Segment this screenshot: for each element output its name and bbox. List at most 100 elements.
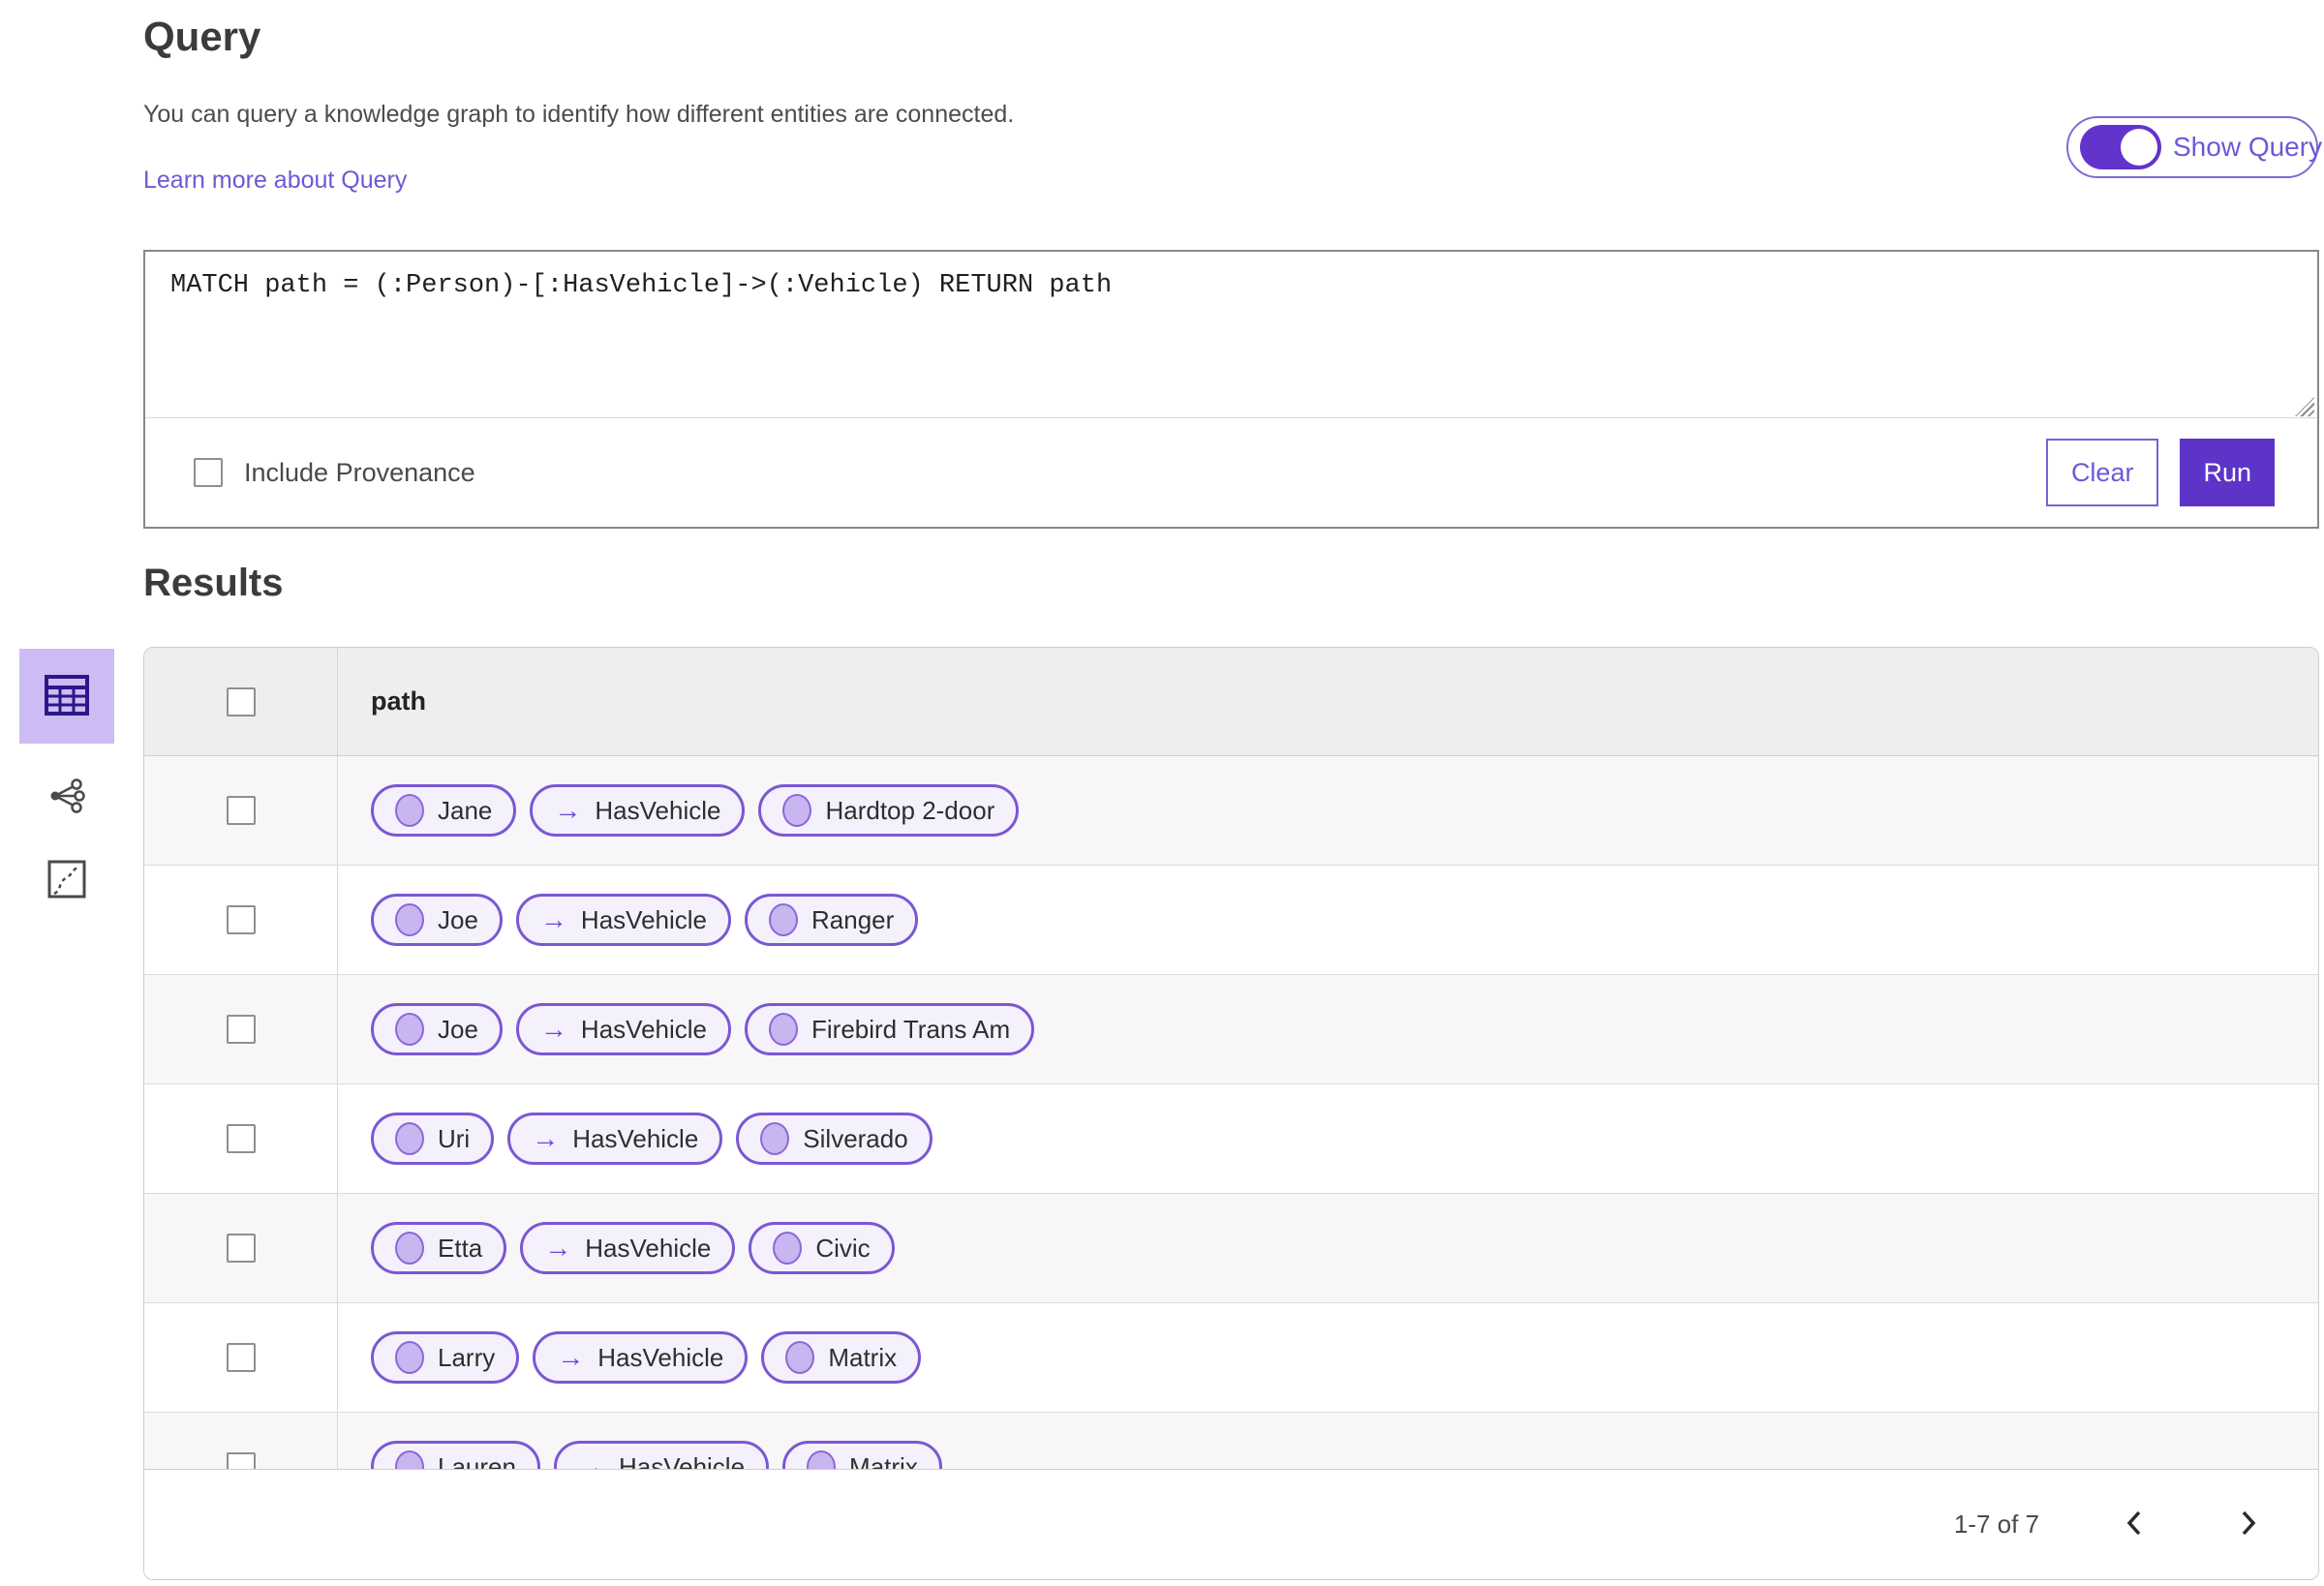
query-action-buttons: Clear Run	[2045, 439, 2275, 506]
query-page: Query You can query a knowledge graph to…	[0, 0, 2324, 1586]
path-pills: Larry → HasVehicle Matrix	[371, 1331, 922, 1384]
entity-node-icon	[395, 1232, 424, 1265]
row-checkbox-cell	[144, 975, 338, 1083]
map-icon	[46, 859, 87, 902]
table-view-button[interactable]	[19, 649, 114, 744]
table-header-row: path	[144, 648, 2318, 756]
entity-node-icon	[395, 1122, 424, 1155]
entity-label: Joe	[438, 904, 478, 934]
entity-label: Matrix	[828, 1342, 898, 1372]
entity-label: Civic	[815, 1233, 871, 1263]
row-path-cell: Uri → HasVehicle Silverado	[338, 1084, 2318, 1193]
path-pills: Joe → HasVehicle Firebird Trans Am	[371, 1003, 1035, 1055]
entity-label: Firebird Trans Am	[811, 1014, 1011, 1044]
path-pills: Etta → HasVehicle Civic	[371, 1222, 895, 1274]
entity-node-icon	[395, 1341, 424, 1374]
entity-pill-source[interactable]: Uri	[371, 1113, 495, 1165]
relationship-pill[interactable]: → HasVehicle	[515, 894, 731, 946]
relationship-pill[interactable]: → HasVehicle	[533, 1331, 749, 1384]
select-all-checkbox[interactable]	[226, 686, 256, 717]
query-panel: MATCH path = (:Person)-[:HasVehicle]->(:…	[143, 250, 2319, 529]
relationship-label: HasVehicle	[585, 1233, 712, 1263]
entity-node-icon	[773, 1232, 803, 1265]
arrow-right-icon: →	[539, 1014, 567, 1044]
entity-pill-source[interactable]: Joe	[371, 894, 503, 946]
query-panel-footer: Include Provenance Clear Run	[145, 417, 2317, 527]
query-input[interactable]: MATCH path = (:Person)-[:HasVehicle]->(:…	[145, 252, 2317, 417]
page-description: You can query a knowledge graph to ident…	[143, 101, 1015, 128]
table-row: Etta → HasVehicle Civic	[144, 1194, 2318, 1303]
table-body: Jane → HasVehicle Hardtop 2-door Joe → H…	[144, 756, 2318, 1522]
entity-pill-source[interactable]: Jane	[371, 784, 517, 837]
entity-label: Hardtop 2-door	[825, 795, 995, 825]
path-column-header: path	[371, 686, 426, 716]
entity-pill-target[interactable]: Hardtop 2-door	[758, 784, 1020, 837]
table-row: Joe → HasVehicle Ranger	[144, 866, 2318, 975]
link-chart-view-button[interactable]	[37, 767, 97, 827]
header-path-cell: path	[338, 648, 2318, 755]
entity-pill-source[interactable]: Joe	[371, 1003, 503, 1055]
relationship-label: HasVehicle	[572, 1123, 699, 1153]
entity-node-icon	[395, 1013, 424, 1046]
relationship-label: HasVehicle	[580, 904, 707, 934]
entity-pill-target[interactable]: Civic	[749, 1222, 895, 1274]
map-view-button[interactable]	[39, 852, 95, 908]
pagination-bar: 1-7 of 7	[144, 1469, 2318, 1579]
arrow-right-icon: →	[532, 1123, 560, 1153]
entity-pill-source[interactable]: Etta	[371, 1222, 507, 1274]
row-checkbox[interactable]	[226, 1015, 256, 1044]
table-row: Joe → HasVehicle Firebird Trans Am	[144, 975, 2318, 1084]
relationship-pill[interactable]: → HasVehicle	[507, 1113, 723, 1165]
row-path-cell: Joe → HasVehicle Ranger	[338, 866, 2318, 974]
relationship-pill[interactable]: → HasVehicle	[515, 1003, 731, 1055]
entity-label: Joe	[438, 1014, 478, 1044]
entity-pill-target[interactable]: Ranger	[745, 894, 919, 946]
row-checkbox[interactable]	[226, 1124, 256, 1153]
toggle-knob	[2121, 129, 2157, 166]
table-row: Jane → HasVehicle Hardtop 2-door	[144, 756, 2318, 866]
row-checkbox[interactable]	[226, 905, 256, 934]
entity-pill-target[interactable]: Silverado	[736, 1113, 933, 1165]
results-table: path Jane → HasVehicle Hardtop 2-door Jo…	[143, 647, 2319, 1580]
row-checkbox[interactable]	[226, 1343, 256, 1372]
previous-page-button[interactable]	[2115, 1506, 2154, 1544]
entity-pill-source[interactable]: Larry	[371, 1331, 520, 1384]
row-checkbox[interactable]	[226, 1234, 256, 1263]
entity-label: Silverado	[803, 1123, 908, 1153]
row-path-cell: Larry → HasVehicle Matrix	[338, 1303, 2318, 1412]
toggle-on-icon[interactable]	[2080, 125, 2161, 169]
entity-node-icon	[782, 794, 812, 827]
arrow-right-icon: →	[544, 1233, 572, 1263]
include-provenance-checkbox[interactable]	[194, 458, 223, 487]
path-pills: Uri → HasVehicle Silverado	[371, 1113, 933, 1165]
table-row: Uri → HasVehicle Silverado	[144, 1084, 2318, 1194]
relationship-pill[interactable]: → HasVehicle	[530, 784, 746, 837]
link-chart-icon	[47, 777, 86, 818]
clear-button[interactable]: Clear	[2045, 439, 2159, 506]
include-provenance-control[interactable]: Include Provenance	[194, 458, 475, 488]
relationship-label: HasVehicle	[597, 1342, 724, 1372]
path-pills: Joe → HasVehicle Ranger	[371, 894, 919, 946]
row-checkbox-cell	[144, 866, 338, 974]
next-page-button[interactable]	[2229, 1506, 2268, 1544]
page-title: Query	[143, 14, 261, 59]
entity-label: Jane	[438, 795, 493, 825]
arrow-right-icon: →	[557, 1342, 585, 1372]
row-path-cell: Etta → HasVehicle Civic	[338, 1194, 2318, 1302]
entity-node-icon	[395, 794, 424, 827]
relationship-label: HasVehicle	[580, 1014, 707, 1044]
entity-label: Ranger	[811, 904, 895, 934]
run-button[interactable]: Run	[2180, 439, 2275, 506]
relationship-pill[interactable]: → HasVehicle	[520, 1222, 736, 1274]
entity-pill-target[interactable]: Matrix	[761, 1331, 922, 1384]
arrow-right-icon: →	[554, 795, 582, 825]
entity-pill-target[interactable]: Firebird Trans Am	[745, 1003, 1035, 1055]
entity-label: Larry	[438, 1342, 496, 1372]
results-title: Results	[143, 562, 284, 604]
row-checkbox[interactable]	[226, 796, 256, 825]
learn-more-link[interactable]: Learn more about Query	[143, 167, 407, 195]
row-checkbox-cell	[144, 1194, 338, 1302]
entity-node-icon	[769, 903, 798, 936]
chevron-left-icon	[2125, 1510, 2144, 1540]
show-query-toggle[interactable]: Show Query	[2066, 116, 2322, 178]
